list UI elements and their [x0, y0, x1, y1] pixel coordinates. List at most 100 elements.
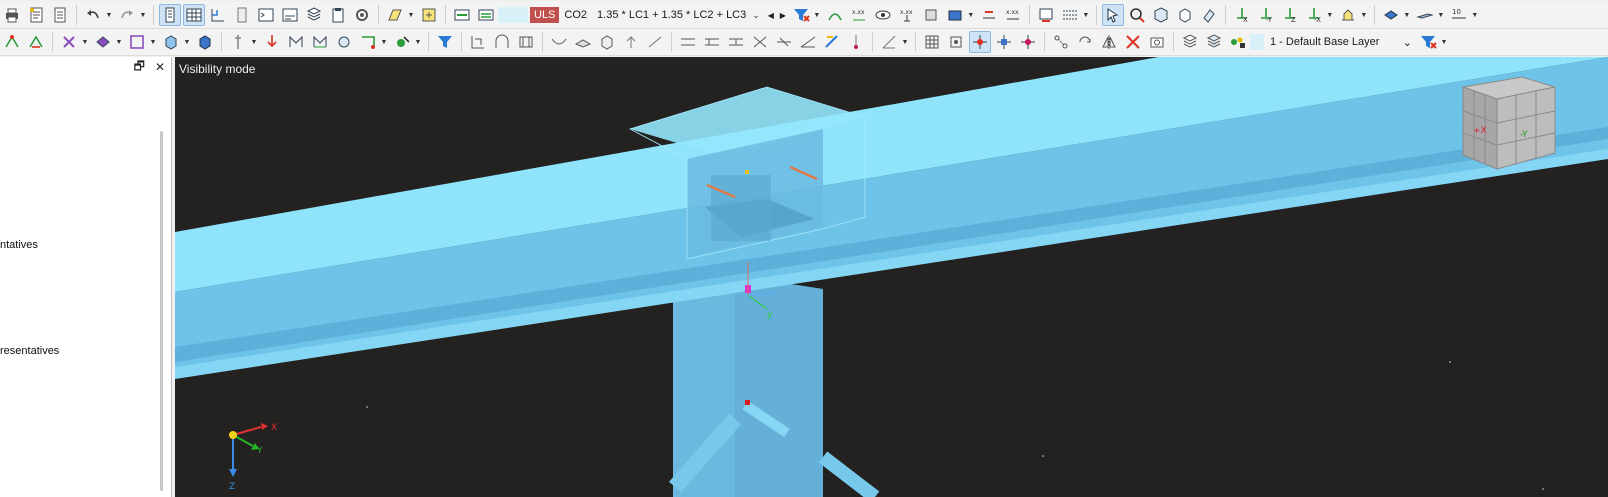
page-view-icon[interactable]	[159, 4, 181, 26]
results-filter-icon[interactable]	[790, 4, 812, 26]
loads-icon[interactable]	[418, 4, 440, 26]
grid-icon[interactable]	[921, 31, 943, 53]
lines-1-icon[interactable]	[677, 31, 699, 53]
hinge-tool-dropdown-icon[interactable]: ▼	[115, 39, 123, 46]
view-x-icon[interactable]: X	[1231, 4, 1253, 26]
select-tool-icon[interactable]	[1101, 4, 1124, 26]
diagonal-icon[interactable]	[644, 31, 666, 53]
lines-2-icon[interactable]	[701, 31, 723, 53]
display-surfaces-dropdown-icon[interactable]: ▼	[1403, 12, 1411, 19]
view-box-icon[interactable]	[1174, 4, 1196, 26]
opening-tool-icon[interactable]	[194, 31, 216, 53]
design-check-dropdown-icon[interactable]: ▼	[414, 39, 422, 46]
solid-results-icon[interactable]	[920, 4, 942, 26]
layer-filter-icon[interactable]	[1417, 31, 1439, 53]
member-results-dropdown-icon[interactable]: ▼	[967, 12, 975, 19]
xxx-values-icon[interactable]: x.xx	[848, 4, 870, 26]
grid-member-icon[interactable]	[309, 31, 331, 53]
report-icon[interactable]	[25, 4, 47, 26]
plate-icon[interactable]	[572, 31, 594, 53]
screenshot-icon[interactable]	[1146, 31, 1168, 53]
snap-grid-icon[interactable]	[993, 31, 1015, 53]
snap-object-icon[interactable]	[969, 31, 991, 53]
layer-visibility-icon[interactable]	[1227, 31, 1249, 53]
result-member-icon[interactable]	[357, 31, 379, 53]
result-member-dropdown-icon[interactable]: ▼	[380, 39, 388, 46]
restore-panel-icon[interactable]: 🗗	[134, 57, 145, 78]
animation-icon[interactable]	[1035, 4, 1057, 26]
model-viewport[interactable]: y X Y Z +X -Y Visibility mode	[175, 57, 1608, 497]
curve-icon[interactable]	[548, 31, 570, 53]
zoom-tool-icon[interactable]	[1126, 4, 1148, 26]
lines-6-icon[interactable]	[797, 31, 819, 53]
frame-icon[interactable]	[515, 31, 537, 53]
arrow-up-icon[interactable]	[620, 31, 642, 53]
graph-view-icon[interactable]	[207, 4, 229, 26]
redo-icon[interactable]	[116, 4, 138, 26]
mirror-icon[interactable]	[1098, 31, 1120, 53]
display-surfaces-icon[interactable]	[1380, 4, 1402, 26]
node-marker-yellow[interactable]	[745, 170, 749, 174]
print-icon[interactable]	[1, 4, 23, 26]
line-support-icon[interactable]	[227, 31, 249, 53]
probe-icon[interactable]	[845, 31, 867, 53]
calculate-all-icon[interactable]	[475, 4, 497, 26]
support-tool-dropdown-icon[interactable]: ▼	[81, 39, 89, 46]
line-support-dropdown-icon[interactable]: ▼	[250, 39, 258, 46]
member-results-icon[interactable]	[944, 4, 966, 26]
view-rotate-icon[interactable]	[1198, 4, 1220, 26]
zoom-level-icon[interactable]: 10	[1448, 4, 1470, 26]
undo-icon[interactable]	[82, 4, 104, 26]
lines-5-icon[interactable]	[773, 31, 795, 53]
snap-icon[interactable]	[945, 31, 967, 53]
table-view-icon[interactable]	[183, 4, 205, 26]
model-scene[interactable]: y X Y Z +X -Y	[175, 57, 1608, 497]
line-results-icon[interactable]	[978, 4, 1000, 26]
layer-stack-1-icon[interactable]	[1179, 31, 1201, 53]
guide-icon[interactable]	[878, 31, 900, 53]
rotate-icon[interactable]	[1074, 31, 1096, 53]
user-view-dropdown-icon[interactable]: ▼	[1360, 12, 1368, 19]
tree-item-representatives-2[interactable]: resentatives	[0, 345, 59, 357]
solid-tool-dropdown-icon[interactable]: ▼	[183, 39, 191, 46]
layer-stack-2-icon[interactable]	[1203, 31, 1225, 53]
results-filter-dropdown-icon[interactable]: ▼	[813, 12, 821, 19]
result-values-icon[interactable]: x.xx	[896, 4, 918, 26]
close-panel-icon[interactable]: ✕	[155, 60, 165, 74]
lines-3-icon[interactable]	[725, 31, 747, 53]
edit-load-icon[interactable]	[821, 31, 843, 53]
load-wizard-dropdown-icon[interactable]: ▼	[407, 12, 415, 19]
section-cut-dropdown-icon[interactable]: ▼	[1082, 12, 1090, 19]
view-z-icon[interactable]: Z	[1279, 4, 1301, 26]
undo-dropdown-icon[interactable]: ▼	[105, 12, 113, 19]
brace-right[interactable]	[818, 451, 880, 497]
result-diagram-icon[interactable]: x.xx	[1002, 4, 1024, 26]
panel-scrollbar[interactable]	[160, 131, 163, 491]
display-plane-icon[interactable]	[1414, 4, 1436, 26]
block-icon[interactable]	[596, 31, 618, 53]
settings-icon[interactable]	[351, 4, 373, 26]
zoom-level-dropdown-icon[interactable]: ▼	[1471, 12, 1479, 19]
view-direction-dropdown-icon[interactable]: ▼	[1326, 12, 1334, 19]
surface-tool-icon[interactable]	[126, 31, 148, 53]
load-combination-select[interactable]: 1.35 * LC1 + 1.35 * LC2 + LC3 ⌄	[592, 5, 765, 25]
node-marker-red[interactable]	[745, 400, 750, 405]
view-iso-icon[interactable]	[1150, 4, 1172, 26]
sheet-icon[interactable]	[231, 4, 253, 26]
lines-4-icon[interactable]	[749, 31, 771, 53]
members-tool-icon[interactable]	[25, 31, 47, 53]
view-neg-x-icon[interactable]: -X	[1303, 4, 1325, 26]
design-check-icon[interactable]	[391, 31, 413, 53]
next-combination-icon[interactable]: ▶	[777, 11, 789, 20]
display-plane-dropdown-icon[interactable]: ▼	[1437, 12, 1445, 19]
view-neg-y-icon[interactable]: -Y	[1255, 4, 1277, 26]
snap-point-icon[interactable]	[1017, 31, 1039, 53]
console-icon[interactable]	[255, 4, 277, 26]
document-icon[interactable]	[49, 4, 71, 26]
view-cube[interactable]: +X -Y	[1461, 76, 1556, 170]
guide-dropdown-icon[interactable]: ▼	[901, 39, 909, 46]
imperfection-icon[interactable]	[333, 31, 355, 53]
surface-tool-dropdown-icon[interactable]: ▼	[149, 39, 157, 46]
hinge-tool-icon[interactable]	[92, 31, 114, 53]
filter-icon[interactable]	[434, 31, 456, 53]
